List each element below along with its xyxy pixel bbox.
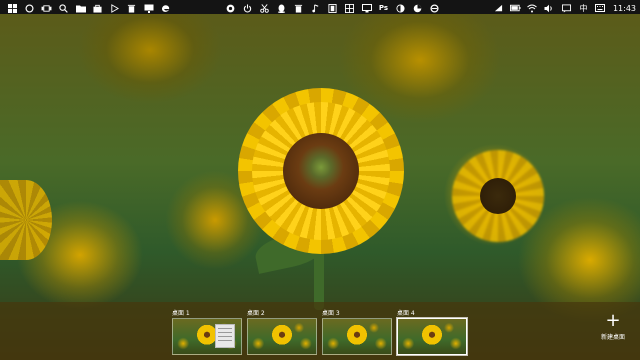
virtual-desktop-switcher: 桌面 1 桌面 2 桌面 3 桌面 4 + 新建桌面 xyxy=(0,302,640,360)
desktop-2[interactable]: 桌面 2 xyxy=(247,309,317,355)
desktop-thumbnail[interactable] xyxy=(322,318,392,355)
trash-icon[interactable] xyxy=(126,3,137,14)
folder-icon[interactable] xyxy=(75,3,86,14)
desktop-label: 桌面 1 xyxy=(172,310,190,317)
input-method-indicator[interactable]: 中 xyxy=(578,3,589,14)
desktop-thumbnail[interactable] xyxy=(172,318,242,355)
volume-icon[interactable] xyxy=(544,3,555,14)
desktop-1[interactable]: 桌面 1 xyxy=(172,309,242,355)
system-tray: 中 11:43 xyxy=(490,1,636,15)
music-icon[interactable] xyxy=(310,3,321,14)
desktop-3[interactable]: 桌面 3 xyxy=(322,309,392,355)
notification-icon[interactable] xyxy=(561,3,572,14)
desktop-thumbnail-active[interactable] xyxy=(397,318,467,355)
desktop-4[interactable]: 桌面 4 xyxy=(397,309,467,355)
desktop-label: 桌面 4 xyxy=(397,310,415,317)
sunflower-right-center xyxy=(480,178,516,214)
desktop-thumbnail[interactable] xyxy=(247,318,317,355)
taskbar: Ps 中 11:43 xyxy=(0,0,640,14)
plus-icon: + xyxy=(605,310,621,331)
qq-icon[interactable] xyxy=(276,3,287,14)
search-icon[interactable] xyxy=(58,3,69,14)
contrast-icon[interactable] xyxy=(395,3,406,14)
new-desktop-button[interactable]: + 新建桌面 xyxy=(596,310,630,342)
sunflower-left xyxy=(0,180,52,260)
network-icon[interactable] xyxy=(493,3,504,14)
desktop-label: 桌面 2 xyxy=(247,310,265,317)
sunflower-main-center xyxy=(283,133,359,209)
new-desktop-label: 新建桌面 xyxy=(600,334,625,341)
desktop-icon[interactable] xyxy=(361,3,372,14)
cortana-icon[interactable] xyxy=(24,3,35,14)
keyboard-icon[interactable] xyxy=(595,3,606,14)
battery-icon[interactable] xyxy=(509,3,521,14)
pie-icon[interactable] xyxy=(412,3,423,14)
ie-icon[interactable] xyxy=(429,3,440,14)
desktop-label: 桌面 3 xyxy=(322,310,340,317)
clock[interactable]: 11:43 xyxy=(613,4,636,13)
grid-icon[interactable] xyxy=(344,3,355,14)
taskbar-pinned-group: Ps xyxy=(222,1,443,15)
edge-icon[interactable] xyxy=(160,3,171,14)
store-icon[interactable] xyxy=(92,3,103,14)
task-view-icon[interactable] xyxy=(41,3,52,14)
chrome-icon[interactable] xyxy=(225,3,236,14)
power-icon[interactable] xyxy=(242,3,253,14)
scissors-icon[interactable] xyxy=(259,3,270,14)
start-icon[interactable] xyxy=(7,3,18,14)
taskbar-left-group xyxy=(4,1,174,15)
media-icon[interactable] xyxy=(109,3,120,14)
monitor-icon[interactable] xyxy=(143,3,154,14)
film-icon[interactable] xyxy=(327,3,338,14)
wifi-icon[interactable] xyxy=(527,3,538,14)
window-thumbnail xyxy=(215,324,235,348)
ps-icon[interactable]: Ps xyxy=(378,3,389,14)
recycle-bin-icon[interactable] xyxy=(293,3,304,14)
